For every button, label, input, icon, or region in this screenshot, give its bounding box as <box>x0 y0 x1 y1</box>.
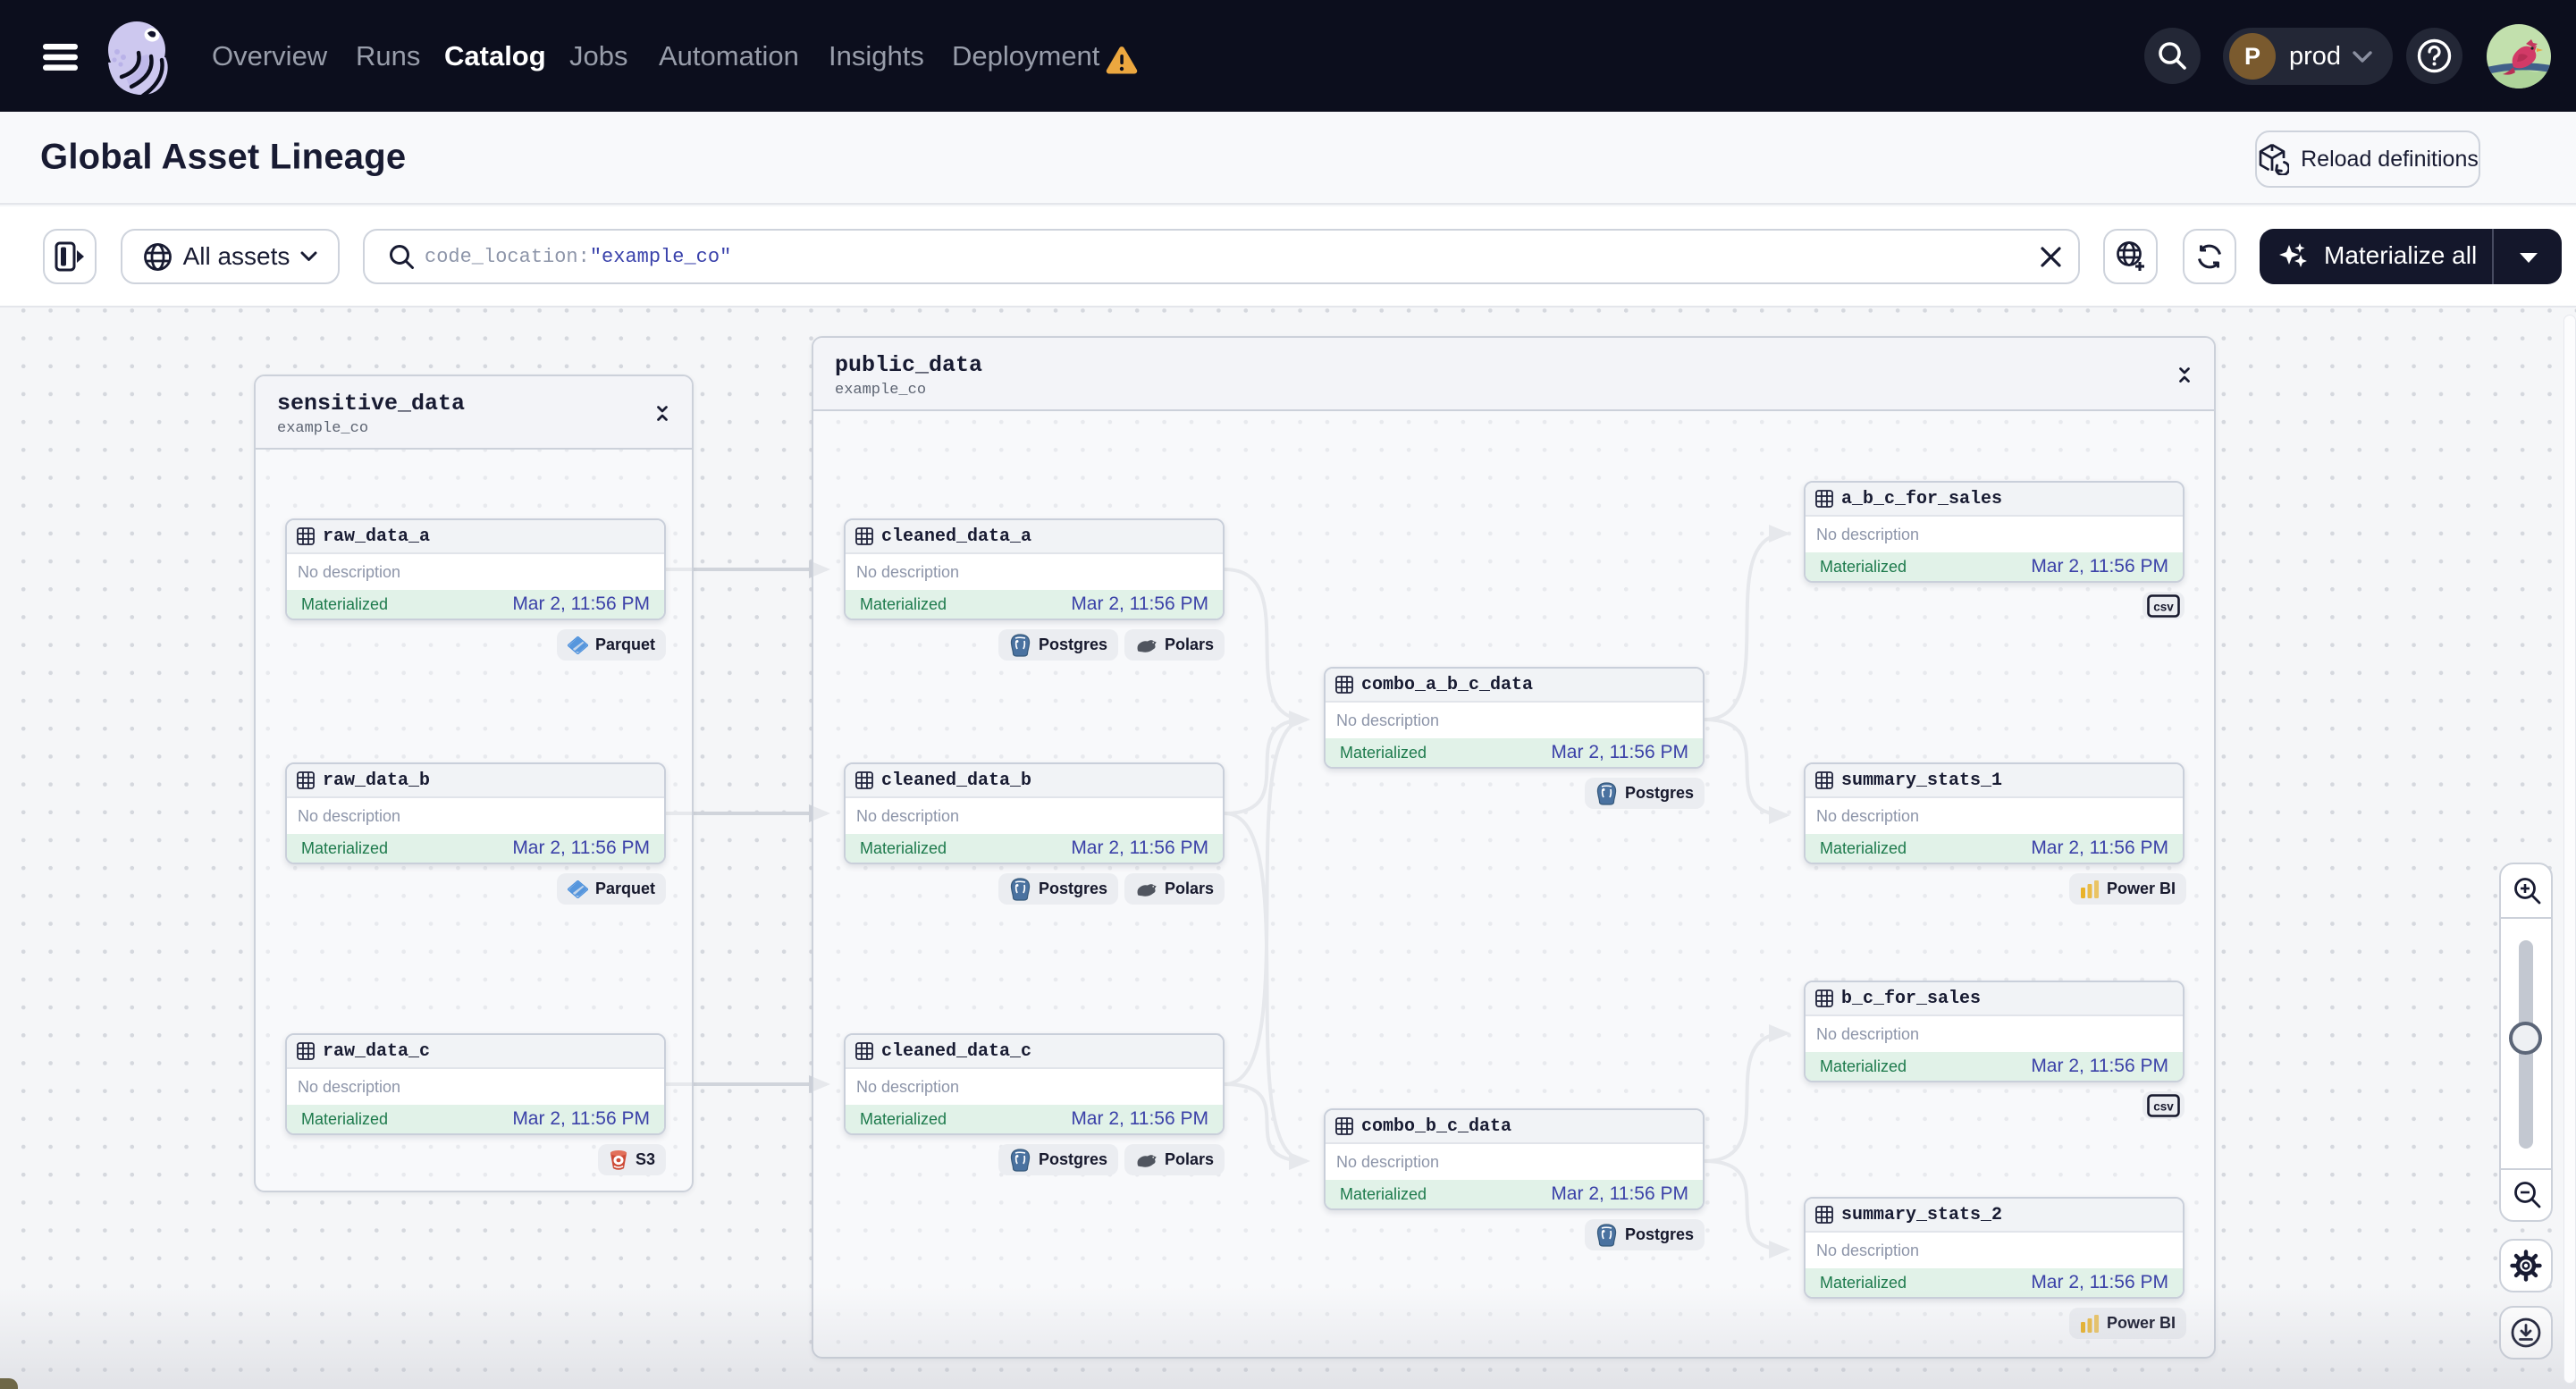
svg-text:csv: csv <box>2153 600 2174 613</box>
svg-text:csv: csv <box>2153 1099 2174 1113</box>
